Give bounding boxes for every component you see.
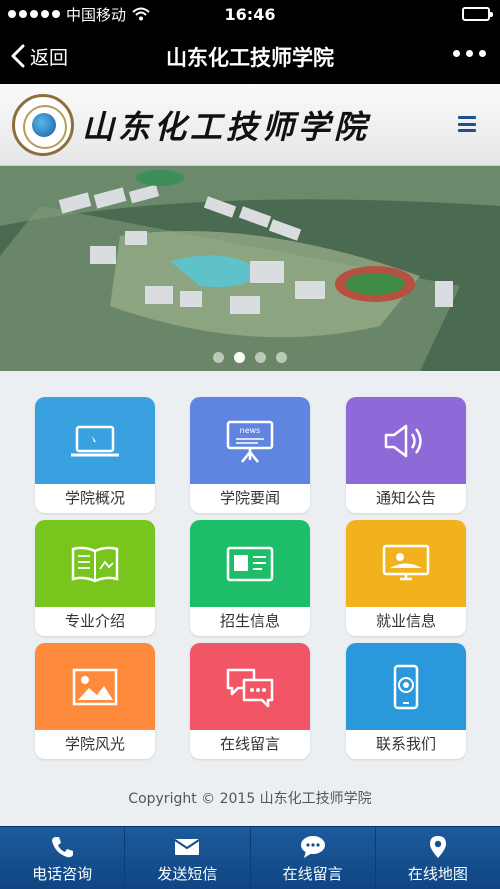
site-header: 山东化工技师学院 [0,84,500,166]
tile-admissions[interactable]: 招生信息 [190,520,310,636]
svg-text:news: news [240,426,261,435]
tab-label: 电话咨询 [32,865,93,883]
mobile-phone-icon [393,664,419,709]
news-board-icon: news [226,420,274,463]
status-time: 16:46 [224,5,276,24]
copyright-text: Copyright © 2015 山东化工技师学院 [128,791,372,807]
phone-icon [52,837,74,858]
picture-icon [72,668,118,705]
tab-label: 在线地图 [407,865,468,883]
tile-scenery[interactable]: 学院风光 [35,643,155,759]
tab-label: 发送短信 [157,865,218,883]
tab-online-message[interactable]: 在线留言 [251,827,376,889]
speaker-icon [384,424,422,457]
more-menu-button[interactable] [453,50,486,57]
pager-dot[interactable] [213,352,224,363]
tile-label: 就业信息 [346,607,466,636]
school-emblem-logo [12,94,74,156]
tile-label: 招生信息 [190,607,310,636]
campus-banner[interactable] [0,166,500,371]
tile-label: 学院风光 [35,730,155,759]
tile-label: 在线留言 [190,730,310,759]
open-book-icon [71,546,119,582]
tile-label: 专业介绍 [35,607,155,636]
envelope-icon [174,839,200,855]
tile-label: 联系我们 [346,730,466,759]
map-pin-icon [429,836,446,858]
tile-announcements[interactable]: 通知公告 [346,397,466,513]
chat-icon [300,836,325,858]
chat-bubbles-icon [226,668,274,707]
pager-dot-active[interactable] [234,352,245,363]
school-name-logo: 山东化工技师学院 [82,108,371,146]
tab-phone-consult[interactable]: 电话咨询 [0,827,126,889]
tab-label: 在线留言 [282,865,343,883]
tile-contact-us[interactable]: 联系我们 [346,643,466,759]
id-card-icon [226,546,274,581]
tile-label: 学院概况 [35,484,155,513]
bottom-tab-bar: 电话咨询 发送短信 在线留言 在线地图 [0,826,500,889]
monitor-sun-icon [382,544,430,580]
tile-college-news[interactable]: news 学院要闻 [190,397,310,513]
battery-icon [462,7,493,21]
tile-message-board[interactable]: 在线留言 [190,643,310,759]
pager-dot[interactable] [255,352,266,363]
tile-majors[interactable]: 专业介绍 [35,520,155,636]
tile-employment[interactable]: 就业信息 [346,520,466,636]
banner-pager[interactable] [0,352,500,363]
status-bar: 中国移动 16:46 [0,0,500,28]
menu-icon[interactable] [458,116,476,132]
laptop-icon [71,425,119,456]
nav-bar: 返回 山东化工技师学院 [0,28,500,84]
tile-label: 通知公告 [346,484,466,513]
tab-online-map[interactable]: 在线地图 [376,827,500,889]
page-title: 山东化工技师学院 [166,46,334,70]
tile-label: 学院要闻 [190,484,310,513]
tab-send-sms[interactable]: 发送短信 [125,827,251,889]
pager-dot[interactable] [276,352,287,363]
tile-college-overview[interactable]: 学院概况 [35,397,155,513]
campus-aerial-image [0,166,500,371]
